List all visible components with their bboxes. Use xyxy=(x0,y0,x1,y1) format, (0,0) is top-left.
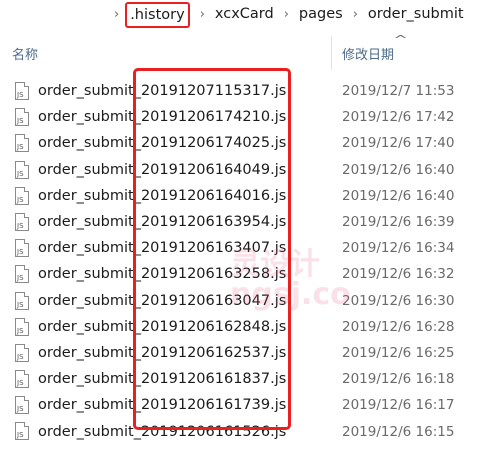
chevron-up-icon: ^ xyxy=(393,33,408,46)
file-row[interactable]: order_submit_20191206174025.js 2019/12/6… xyxy=(0,130,480,156)
file-row[interactable]: order_submit_20191206161526.js 2019/12/6… xyxy=(0,418,480,444)
file-name[interactable]: order_submit_20191206163047.js xyxy=(38,293,286,309)
js-file-icon xyxy=(15,291,29,310)
chevron-right-icon[interactable]: › xyxy=(274,7,299,22)
file-modified: 2019/12/6 16:34 xyxy=(342,240,455,257)
file-name[interactable]: order_submit_20191206174210.js xyxy=(38,109,286,125)
js-file-icon xyxy=(15,343,29,362)
file-name[interactable]: order_submit_20191207115317.js xyxy=(38,83,286,99)
file-name[interactable]: order_submit_20191206162848.js xyxy=(38,319,286,335)
file-name[interactable]: order_submit_20191206161526.js xyxy=(38,424,286,440)
js-file-icon xyxy=(15,134,29,153)
js-file-icon xyxy=(15,370,29,389)
js-file-icon xyxy=(15,212,29,231)
file-row[interactable]: order_submit_20191207115317.js 2019/12/7… xyxy=(0,78,480,104)
file-name[interactable]: order_submit_20191206163407.js xyxy=(38,240,286,256)
file-modified: 2019/12/6 17:40 xyxy=(342,135,455,152)
chevron-right-icon[interactable]: › xyxy=(190,7,215,22)
file-row[interactable]: order_submit_20191206163407.js 2019/12/6… xyxy=(0,235,480,261)
file-modified: 2019/12/6 16:40 xyxy=(342,187,455,204)
breadcrumb: › .history › xcxCard › pages › order_sub… xyxy=(0,0,480,28)
file-name[interactable]: order_submit_20191206162537.js xyxy=(38,345,286,361)
file-modified: 2019/12/6 16:25 xyxy=(342,344,455,361)
file-modified: 2019/12/6 16:30 xyxy=(342,292,455,309)
file-row[interactable]: order_submit_20191206162537.js 2019/12/6… xyxy=(0,340,480,366)
js-file-icon xyxy=(15,186,29,205)
file-modified: 2019/12/6 16:39 xyxy=(342,214,455,231)
column-divider[interactable] xyxy=(331,36,332,70)
file-row[interactable]: order_submit_20191206163258.js 2019/12/6… xyxy=(0,261,480,287)
file-row[interactable]: order_submit_20191206164049.js 2019/12/6… xyxy=(0,157,480,183)
file-row[interactable]: order_submit_20191206163047.js 2019/12/6… xyxy=(0,288,480,314)
file-modified: 2019/12/6 16:18 xyxy=(342,371,455,388)
file-modified: 2019/12/7 11:53 xyxy=(342,83,455,100)
column-name-header[interactable]: 名称 xyxy=(12,44,38,63)
file-modified: 2019/12/6 16:17 xyxy=(342,397,455,414)
column-modified-header[interactable]: 修改日期 xyxy=(342,44,394,63)
file-modified: 2019/12/6 16:32 xyxy=(342,266,455,283)
breadcrumb-item-pages[interactable]: pages xyxy=(299,6,343,22)
file-modified: 2019/12/6 16:40 xyxy=(342,161,455,178)
breadcrumb-item-xcxcard[interactable]: xcxCard xyxy=(215,6,274,22)
file-name[interactable]: order_submit_20191206163954.js xyxy=(38,214,286,230)
file-name[interactable]: order_submit_20191206163258.js xyxy=(38,266,286,282)
js-file-icon xyxy=(15,422,29,441)
js-file-icon xyxy=(15,239,29,258)
file-name[interactable]: order_submit_20191206161837.js xyxy=(38,371,286,387)
chevron-right-icon[interactable]: › xyxy=(343,7,368,22)
file-name[interactable]: order_submit_20191206161739.js xyxy=(38,397,286,413)
chevron-right-icon[interactable]: › xyxy=(0,7,125,22)
js-file-icon xyxy=(15,108,29,127)
js-file-icon xyxy=(15,265,29,284)
js-file-icon xyxy=(15,317,29,336)
js-file-icon xyxy=(15,396,29,415)
file-row[interactable]: order_submit_20191206161739.js 2019/12/6… xyxy=(0,392,480,418)
breadcrumb-item-history[interactable]: .history xyxy=(125,2,190,28)
file-modified: 2019/12/6 16:15 xyxy=(342,423,455,440)
js-file-icon xyxy=(15,82,29,100)
file-row[interactable]: order_submit_20191206162848.js 2019/12/6… xyxy=(0,314,480,340)
file-name[interactable]: order_submit_20191206164016.js xyxy=(38,188,286,204)
file-name[interactable]: order_submit_20191206164049.js xyxy=(38,162,286,178)
file-list: order_submit_20191207115317.js 2019/12/7… xyxy=(0,78,480,445)
file-row[interactable]: order_submit_20191206163954.js 2019/12/6… xyxy=(0,209,480,235)
file-row[interactable]: order_submit_20191206164016.js 2019/12/6… xyxy=(0,183,480,209)
file-name[interactable]: order_submit_20191206174025.js xyxy=(38,135,286,151)
js-file-icon xyxy=(15,160,29,179)
breadcrumb-item-order-submit[interactable]: order_submit xyxy=(368,6,464,22)
file-row[interactable]: order_submit_20191206174210.js 2019/12/6… xyxy=(0,104,480,130)
column-header: 名称 ^ 修改日期 xyxy=(0,30,480,70)
file-modified: 2019/12/6 16:28 xyxy=(342,318,455,335)
file-row[interactable]: order_submit_20191206161837.js 2019/12/6… xyxy=(0,366,480,392)
file-modified: 2019/12/6 17:42 xyxy=(342,109,455,126)
